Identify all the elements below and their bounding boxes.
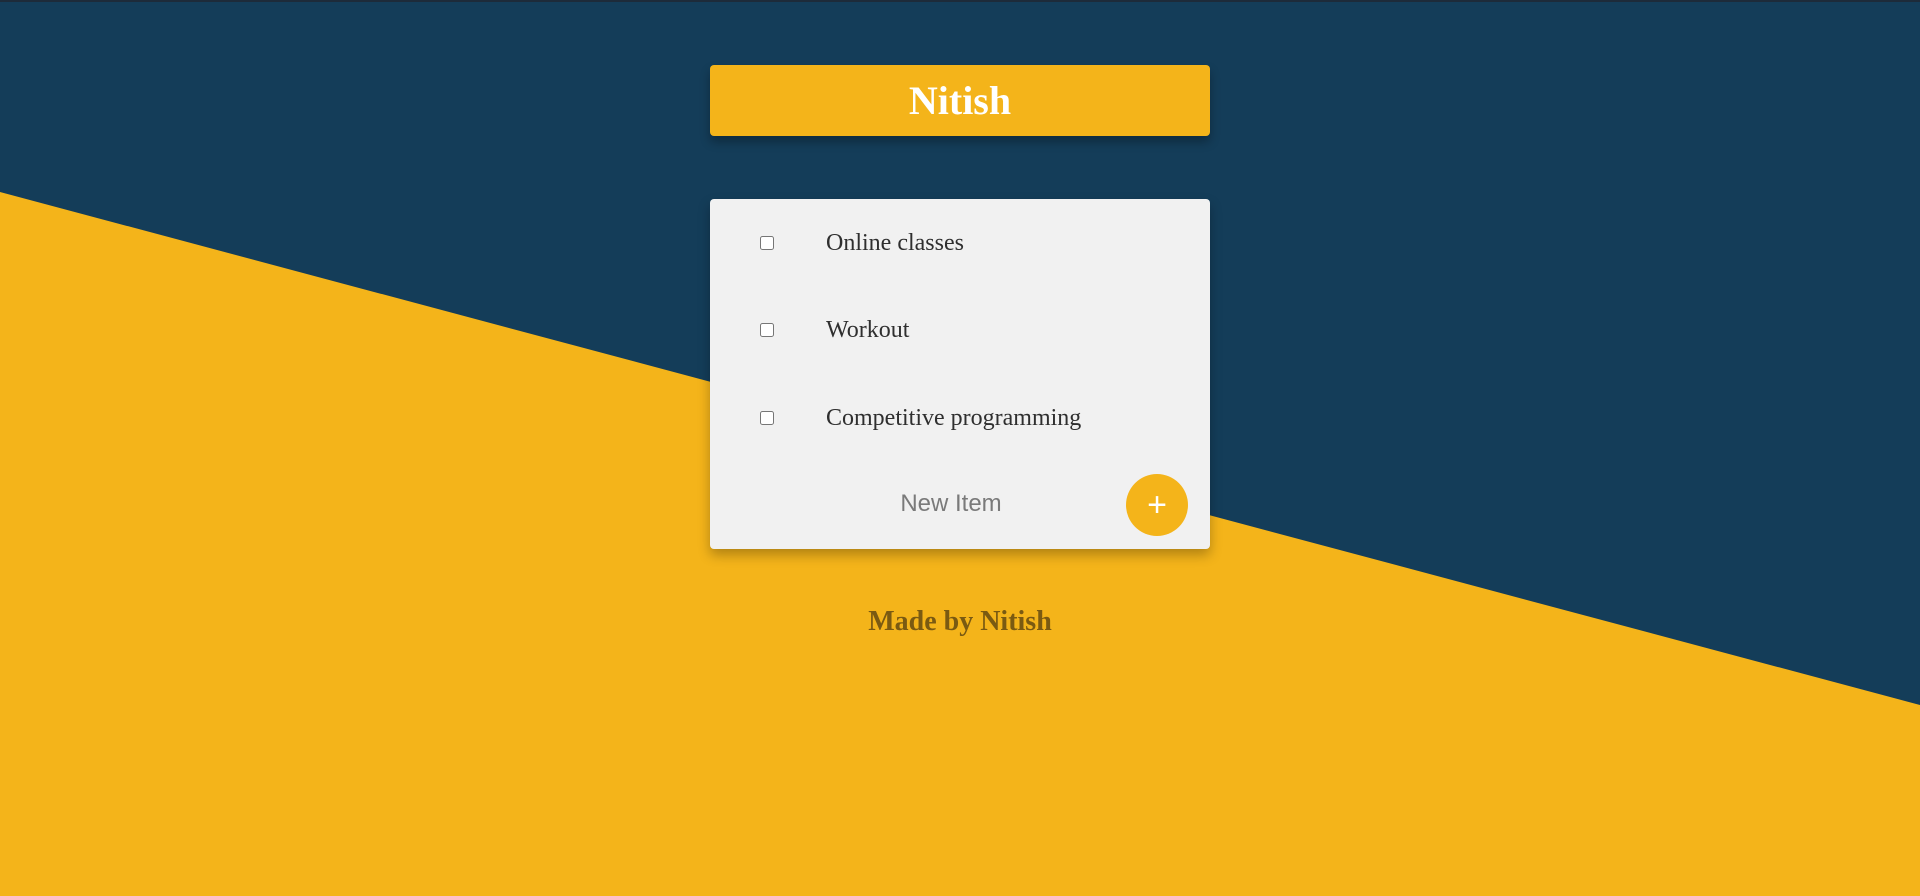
list-item: Competitive programming xyxy=(710,398,1210,438)
item-checkbox-online-classes[interactable] xyxy=(760,236,774,250)
header-box: Nitish xyxy=(710,65,1210,136)
footer: Made by Nitish xyxy=(710,606,1210,638)
item-label-online-classes: Online classes xyxy=(826,229,964,256)
list-item: Workout xyxy=(710,310,1210,350)
page-title: Nitish xyxy=(908,78,1012,123)
footer-credit: Made by Nitish xyxy=(868,606,1052,637)
new-item-input[interactable] xyxy=(826,479,1076,529)
add-item-button[interactable]: + xyxy=(1126,474,1188,536)
list-item: Online classes xyxy=(710,223,1210,263)
item-checkbox-workout[interactable] xyxy=(760,323,774,337)
todo-list-card: Online classes Workout Competitive progr… xyxy=(710,199,1210,549)
plus-icon: + xyxy=(1147,486,1167,524)
item-label-competitive-programming: Competitive programming xyxy=(826,404,1082,431)
item-label-workout: Workout xyxy=(826,316,910,343)
item-checkbox-competitive-programming[interactable] xyxy=(760,411,774,425)
